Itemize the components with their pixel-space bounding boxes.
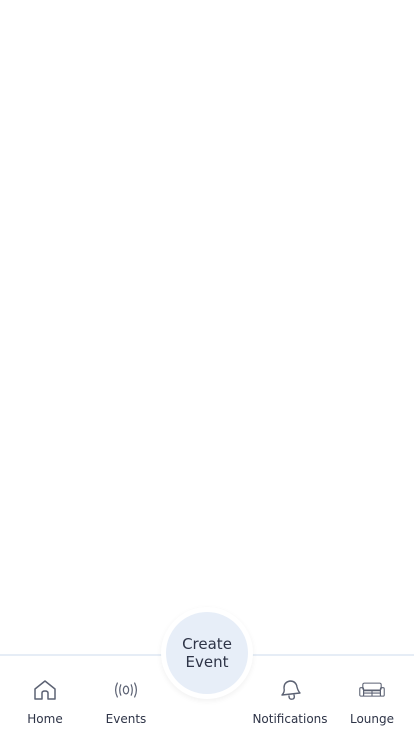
sofa-icon <box>359 678 385 702</box>
tab-events[interactable]: Events <box>81 678 171 730</box>
bell-icon <box>277 678 303 702</box>
tab-notifications-label: Notifications <box>252 712 328 726</box>
tab-home[interactable]: Home <box>0 678 90 730</box>
create-event-button[interactable]: Create Event <box>166 612 248 694</box>
app-screen: Home Events Notifications Lounge Create … <box>0 0 414 736</box>
create-event-label: Create Event <box>182 635 232 671</box>
tab-home-label: Home <box>27 712 63 726</box>
main-content <box>0 0 414 654</box>
tab-notifications[interactable]: Notifications <box>245 678 335 730</box>
tab-lounge-label: Lounge <box>349 712 395 726</box>
home-icon <box>32 678 58 702</box>
broadcast-icon <box>113 678 139 702</box>
tab-events-label: Events <box>105 712 147 726</box>
tab-lounge[interactable]: Lounge <box>327 678 414 730</box>
